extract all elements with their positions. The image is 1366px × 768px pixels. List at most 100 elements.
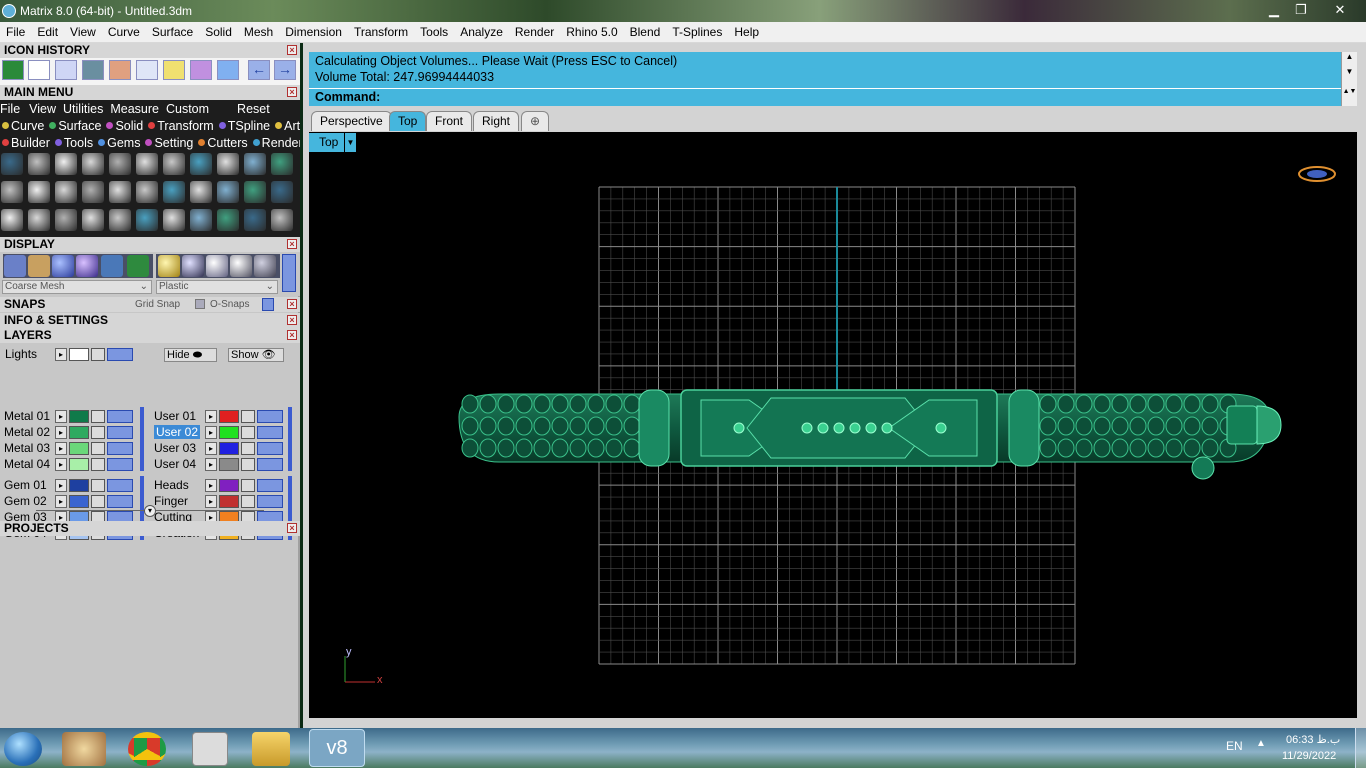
layer-label[interactable]: Metal 02 [4, 425, 50, 439]
start-button[interactable] [4, 732, 42, 766]
show-desktop-button[interactable] [1355, 728, 1366, 768]
layer-visibility-toggle[interactable] [257, 479, 283, 492]
menu-tools[interactable]: Tools [414, 25, 454, 39]
scroll-down-icon[interactable]: ▼ [1342, 67, 1357, 76]
expand-icon[interactable]: ▸ [55, 495, 67, 508]
command-input[interactable]: Command: [309, 88, 1341, 106]
main-tspline[interactable]: TSpline [217, 119, 270, 133]
offset-icon[interactable] [136, 209, 158, 231]
grid-icon[interactable] [2, 60, 24, 80]
bottle-icon[interactable] [217, 181, 239, 203]
pipe-icon[interactable] [28, 153, 50, 175]
lock-icon[interactable] [91, 348, 105, 361]
curve-icon[interactable] [55, 209, 77, 231]
expand-icon[interactable]: ▸ [55, 458, 67, 471]
grid-tile-icon[interactable] [163, 181, 185, 203]
bottle-icon[interactable] [82, 181, 104, 203]
lock-icon[interactable] [241, 495, 255, 508]
layer-label[interactable]: User 01 [154, 409, 196, 423]
layer-label[interactable]: Metal 04 [4, 457, 50, 471]
menu-curve[interactable]: Curve [102, 25, 146, 39]
tab-front[interactable]: Front [426, 111, 473, 131]
expand-icon[interactable]: ▸ [205, 410, 217, 423]
add-viewport-icon[interactable]: ⊕ [521, 111, 550, 131]
matrix-app-icon[interactable]: v8 [309, 729, 365, 767]
layer-visibility-toggle[interactable] [257, 442, 283, 455]
snaps-visibility-toggle[interactable] [262, 298, 274, 311]
chrome-app-icon[interactable] [128, 732, 166, 766]
main-art[interactable]: Art [273, 119, 300, 133]
silver-material-icon[interactable] [230, 255, 252, 277]
close-icon[interactable]: × [287, 523, 297, 533]
layer-color-swatch[interactable] [69, 442, 89, 455]
cube-icon[interactable] [271, 153, 293, 175]
layer-visibility-toggle[interactable] [107, 495, 133, 508]
main-measure[interactable]: Measure [110, 102, 159, 116]
cubes-icon[interactable] [1, 209, 23, 231]
main-view[interactable]: View [29, 102, 56, 116]
layer-visibility-toggle[interactable] [257, 410, 283, 423]
copy-icon[interactable] [109, 181, 131, 203]
xray-icon[interactable] [28, 255, 50, 277]
new-file-icon[interactable] [28, 60, 50, 80]
layer-color-swatch[interactable] [219, 479, 239, 492]
layer-label[interactable]: User 04 [154, 457, 196, 471]
lock-icon[interactable] [91, 479, 105, 492]
expand-icon[interactable]: ▸ [205, 458, 217, 471]
ring-gauge-icon[interactable] [163, 60, 185, 80]
minimize-button[interactable]: ▁ [1262, 1, 1286, 19]
material-select[interactable]: Plastic ⌄ [156, 280, 278, 294]
main-file[interactable]: File [0, 102, 20, 116]
mirror-icon[interactable] [217, 209, 239, 231]
wave-icon[interactable] [190, 153, 212, 175]
chrome-material-icon[interactable] [206, 255, 228, 277]
lock-icon[interactable] [241, 479, 255, 492]
ring-icon[interactable] [1, 181, 23, 203]
layer-color-swatch[interactable] [219, 442, 239, 455]
layer-color-swatch[interactable] [219, 495, 239, 508]
expand-icon[interactable]: ▸ [55, 426, 67, 439]
osnap-checkbox[interactable] [195, 299, 205, 309]
main-gems[interactable]: Gems [96, 136, 140, 150]
move-icon[interactable] [109, 209, 131, 231]
grid-snap-toggle[interactable]: Grid Snap [135, 297, 180, 312]
menu-solid[interactable]: Solid [199, 25, 238, 39]
rotate-icon[interactable] [55, 60, 77, 80]
circle-icon[interactable] [271, 209, 293, 231]
tray-arrow-icon[interactable]: ▲ [1256, 738, 1266, 749]
lock-icon[interactable] [91, 495, 105, 508]
tab-top[interactable]: Top [389, 111, 427, 131]
gold-material-icon[interactable] [158, 255, 180, 277]
layer-visibility-toggle[interactable] [257, 426, 283, 439]
expand-icon[interactable]: ▸ [205, 426, 217, 439]
layer-color-swatch[interactable] [69, 495, 89, 508]
spray-icon[interactable] [163, 209, 185, 231]
layer-color-swatch[interactable] [219, 458, 239, 471]
expand-icon[interactable]: ▸ [205, 495, 217, 508]
clock-date[interactable]: 11/29/2022 [1282, 750, 1336, 762]
layer-lights-visibility[interactable] [107, 348, 133, 361]
layer-color-swatch[interactable] [69, 410, 89, 423]
hatch-icon[interactable] [163, 153, 185, 175]
hide-button[interactable]: Hide ⬬ [164, 348, 217, 362]
tab-perspective[interactable]: Perspective [311, 111, 392, 131]
menu-help[interactable]: Help [728, 25, 765, 39]
osnaps-toggle[interactable]: O-Snaps [210, 297, 249, 312]
shaded-sphere-icon[interactable] [52, 255, 74, 277]
main-utilities[interactable]: Utilities [63, 102, 103, 116]
layer-label[interactable]: Gem 02 [4, 494, 47, 508]
menu-surface[interactable]: Surface [146, 25, 199, 39]
layer-visibility-toggle[interactable] [107, 458, 133, 471]
curve-pipe-icon[interactable] [190, 60, 212, 80]
layer-label[interactable]: Metal 01 [4, 409, 50, 423]
scroll-up-icon[interactable]: ▲ [1342, 52, 1357, 61]
close-icon[interactable]: × [287, 45, 297, 55]
mesh-quality-select[interactable]: Coarse Mesh ⌄ [2, 280, 152, 294]
close-icon[interactable]: × [287, 315, 297, 325]
arrow-left-icon[interactable]: ← [248, 60, 270, 80]
save-icon[interactable] [271, 181, 293, 203]
main-render[interactable]: Render [251, 136, 300, 150]
menu-file[interactable]: File [0, 25, 31, 39]
info-settings-header[interactable]: INFO & SETTINGS × [0, 313, 300, 328]
menu-mesh[interactable]: Mesh [238, 25, 279, 39]
